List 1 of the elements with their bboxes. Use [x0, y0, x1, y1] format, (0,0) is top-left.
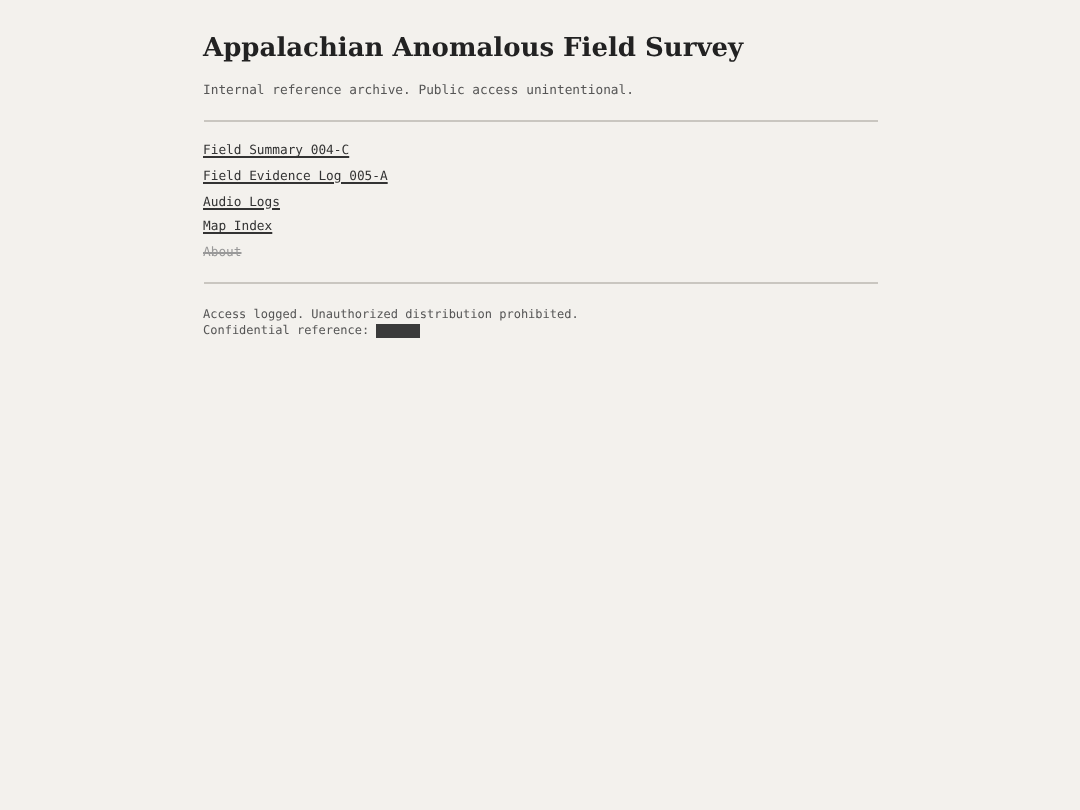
- page-title: Appalachian Anomalous Field Survey: [203, 34, 746, 64]
